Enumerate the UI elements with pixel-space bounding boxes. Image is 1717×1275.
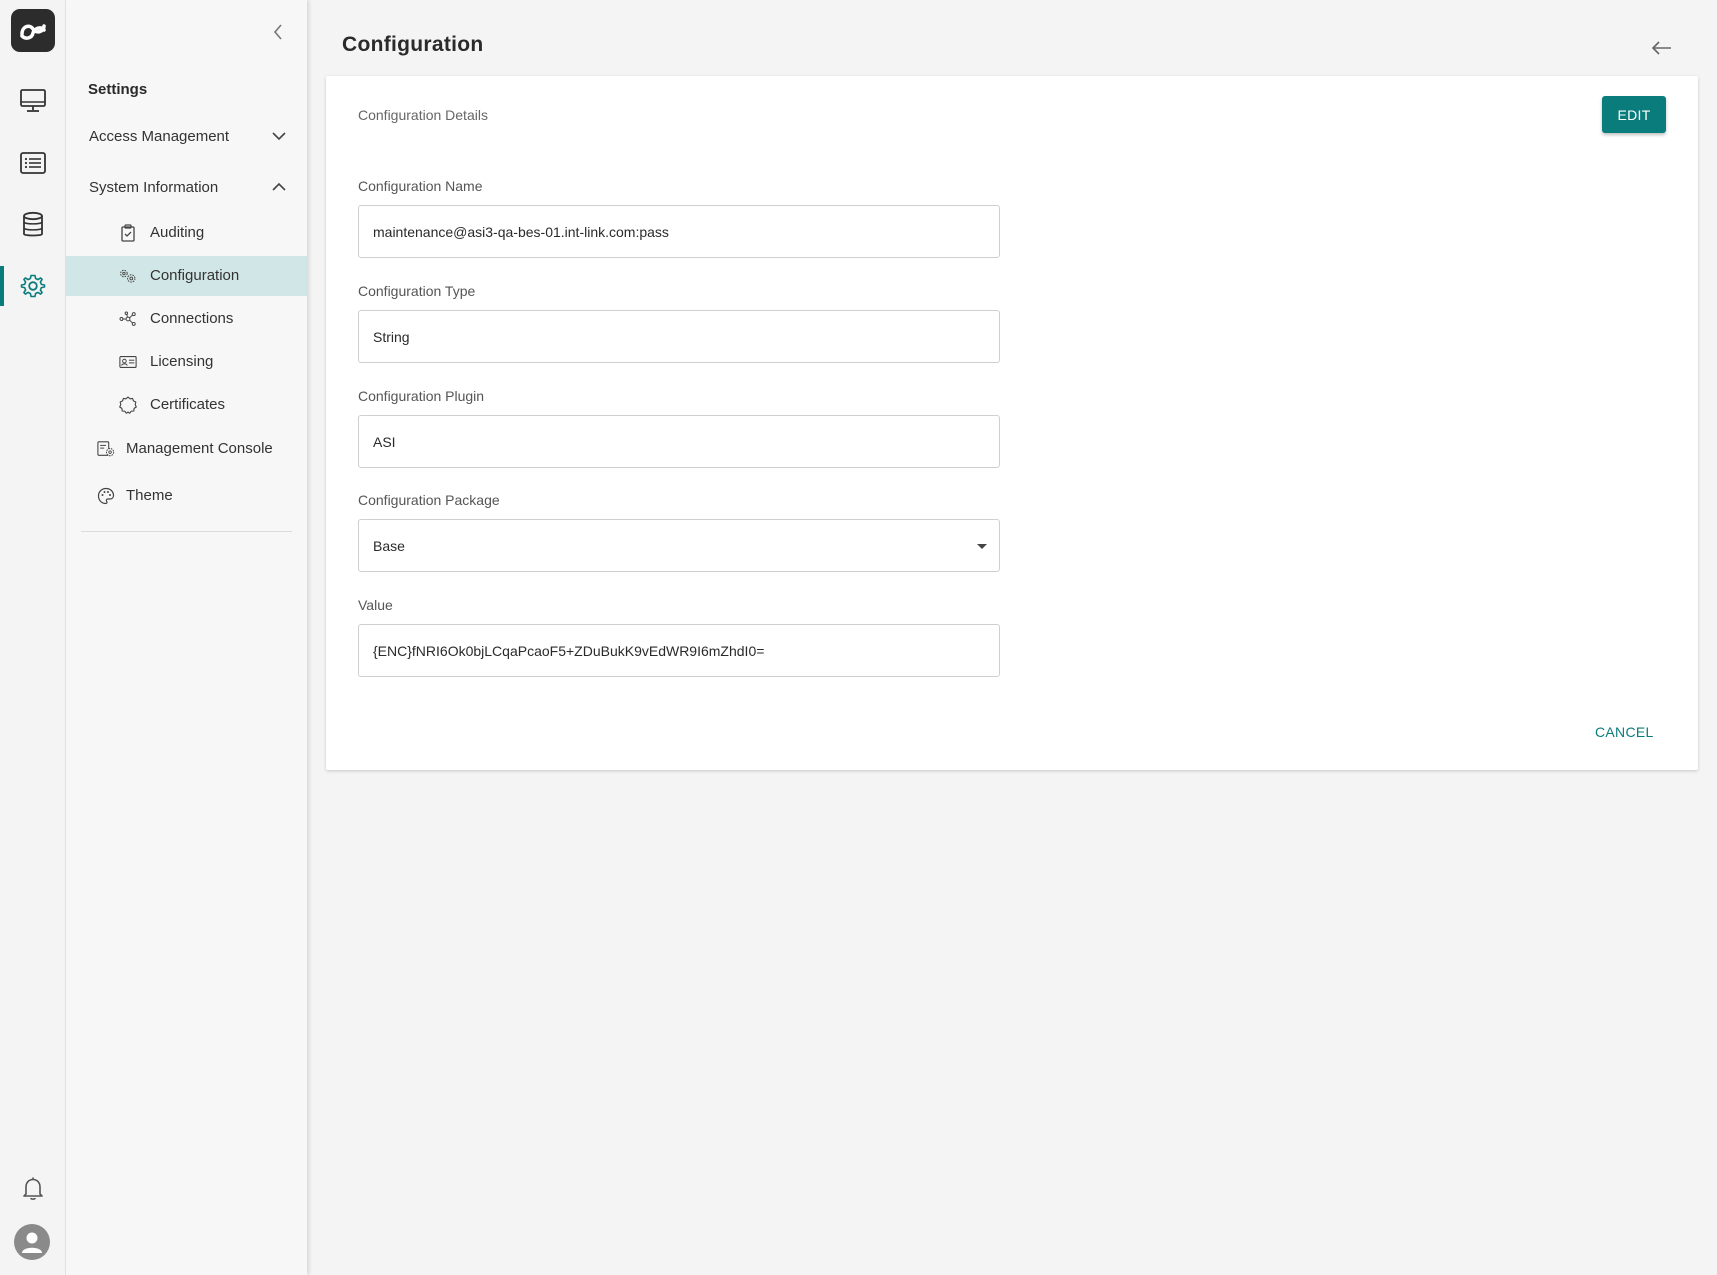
sidebar-item-configuration[interactable]: Configuration <box>66 256 307 296</box>
gear-icon <box>20 274 46 298</box>
badge-icon <box>119 396 137 414</box>
sidebar-group-access-management[interactable]: Access Management <box>66 116 307 156</box>
caret-down-icon <box>977 544 987 549</box>
sidebar-item-label: Theme <box>126 487 173 504</box>
rail-list[interactable] <box>0 141 66 185</box>
sidebar-item-label: Connections <box>150 310 234 327</box>
database-icon <box>23 211 43 237</box>
configuration-type-label: Configuration Type <box>358 283 476 299</box>
cancel-button[interactable]: CANCEL <box>1595 724 1654 740</box>
value-field[interactable] <box>358 624 1000 677</box>
configuration-details-card: Configuration Details EDIT Configuration… <box>326 76 1698 770</box>
sidebar-item-management-console[interactable]: Management Console <box>66 429 307 469</box>
configuration-package-label: Configuration Package <box>358 492 500 508</box>
app-logo[interactable] <box>11 9 55 52</box>
id-card-icon <box>119 353 137 371</box>
icon-rail <box>0 0 66 1275</box>
user-avatar[interactable] <box>14 1224 50 1260</box>
chevron-left-icon <box>273 24 282 40</box>
rail-database[interactable] <box>0 203 66 247</box>
chevron-up-icon <box>269 177 289 197</box>
settings-panel: Settings Access Management System Inform… <box>66 0 307 1275</box>
settings-title: Settings <box>88 81 148 98</box>
configuration-plugin-label: Configuration Plugin <box>358 388 485 404</box>
monitor-icon <box>20 89 46 112</box>
page-title: Configuration <box>342 33 484 56</box>
list-icon <box>20 152 46 174</box>
back-button[interactable] <box>1648 34 1676 62</box>
console-gear-icon <box>97 440 115 458</box>
configuration-type-field[interactable] <box>358 310 1000 363</box>
sidebar-item-connections[interactable]: Connections <box>66 299 307 339</box>
sidebar-item-theme[interactable]: Theme <box>66 476 307 516</box>
arrow-left-icon <box>1651 41 1671 55</box>
clipboard-check-icon <box>119 224 137 242</box>
sidebar-item-label: Certificates <box>150 396 226 413</box>
user-icon <box>22 1232 42 1253</box>
sidebar-item-licensing[interactable]: Licensing <box>66 342 307 382</box>
gears-icon <box>119 267 137 285</box>
sidebar-item-auditing[interactable]: Auditing <box>66 213 307 253</box>
rail-settings[interactable] <box>0 264 66 308</box>
sidebar-item-label: Licensing <box>150 353 214 370</box>
configuration-name-label: Configuration Name <box>358 178 483 194</box>
sidebar-item-certificates[interactable]: Certificates <box>66 385 307 425</box>
sidebar-item-label: Auditing <box>150 224 205 241</box>
configuration-name-field[interactable] <box>358 205 1000 258</box>
configuration-plugin-field[interactable] <box>358 415 1000 468</box>
sidebar-divider <box>81 531 292 532</box>
chevron-down-icon <box>269 126 289 146</box>
selected-value: Base <box>373 538 405 554</box>
palette-icon <box>97 487 115 505</box>
sidebar-item-label: Management Console <box>126 440 273 457</box>
collapse-panel-button[interactable] <box>266 20 290 44</box>
logo-icon <box>20 23 46 40</box>
value-label: Value <box>358 597 393 613</box>
sidebar-group-system-information[interactable]: System Information <box>66 167 307 207</box>
rail-dashboard[interactable] <box>0 79 66 123</box>
bell-icon <box>23 1177 43 1200</box>
configuration-package-select[interactable]: Base <box>358 519 1000 572</box>
rail-notifications[interactable] <box>0 1167 66 1211</box>
section-title: Configuration Details <box>358 107 488 123</box>
sidebar-group-label: System Information <box>89 178 219 196</box>
sidebar-item-label: Configuration <box>150 267 240 284</box>
sidebar-group-label: Access Management <box>89 127 230 145</box>
network-icon <box>119 310 137 328</box>
edit-button[interactable]: EDIT <box>1602 96 1666 133</box>
